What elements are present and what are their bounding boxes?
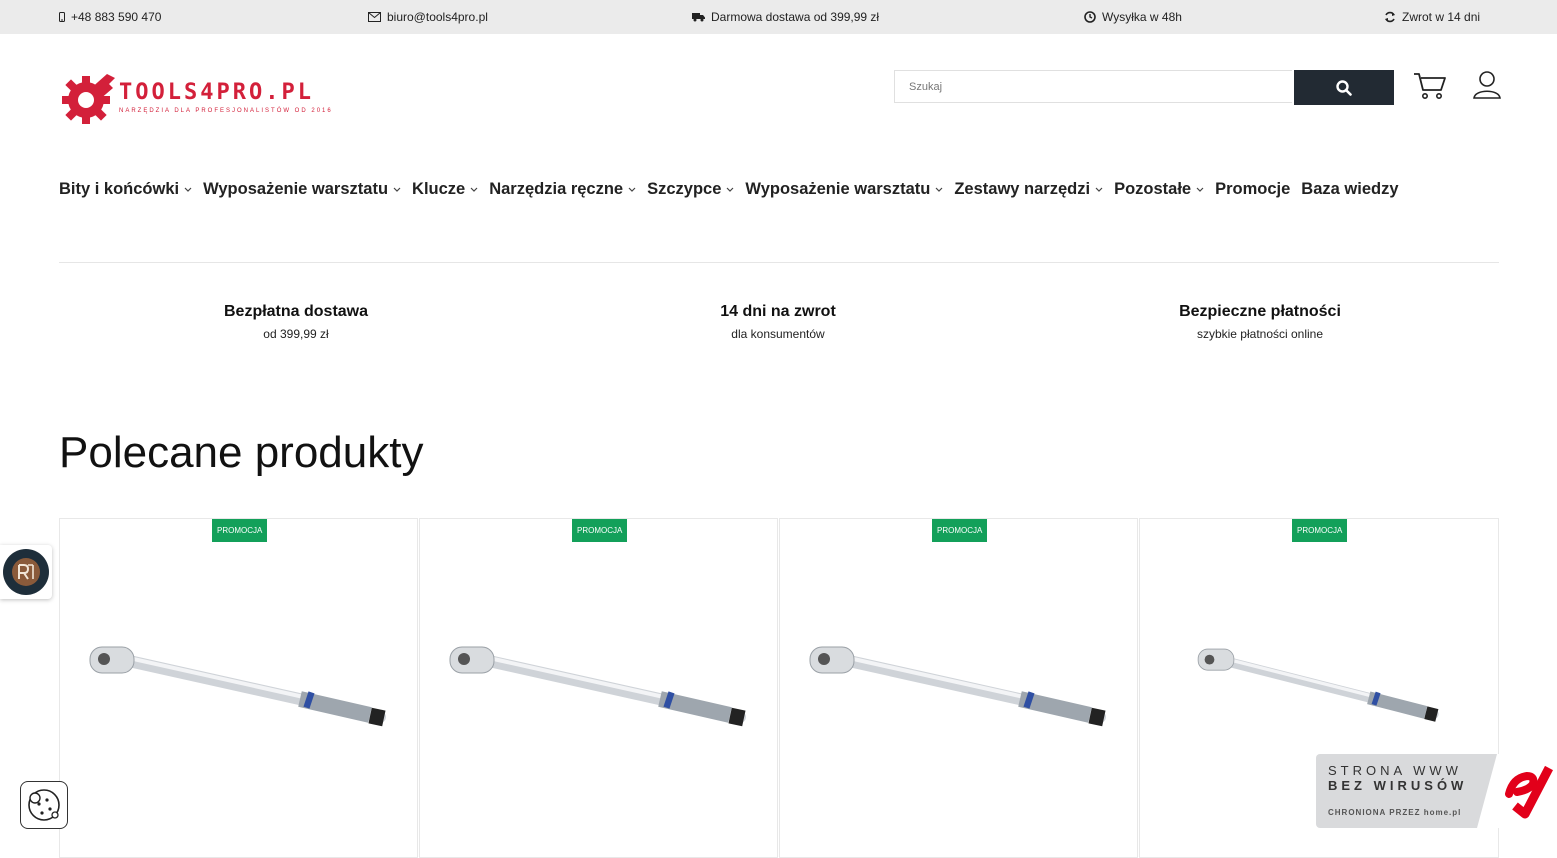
search-icon — [1336, 79, 1352, 96]
user-account-icon[interactable] — [1472, 70, 1502, 100]
nav-item-klucze[interactable]: Klucze — [412, 180, 478, 199]
feature-free-delivery: Bezpłatna dostawa od 399,99 zł — [146, 303, 446, 341]
phone-icon — [59, 12, 65, 22]
refresh-icon — [1385, 11, 1395, 23]
gear-wrench-logo-icon — [62, 74, 115, 124]
virus-free-badge[interactable]: STRONA WWW BEZ WIRUSÓW CHRONIONA PRZEZ h… — [1316, 754, 1557, 828]
returns-info: Zwrot w 14 dni — [1384, 10, 1480, 24]
top-info-bar: +48 883 590 470 biuro@tools4pro.pl Darmo… — [0, 0, 1557, 34]
chevron-down-icon — [726, 187, 734, 192]
shipping-text: Wysyłka w 48h — [1102, 10, 1182, 24]
feature-subtitle: szybkie płatności online — [1196, 327, 1324, 341]
promo-badge: PROMOCJA — [932, 519, 988, 542]
home-pl-shield — [1477, 754, 1557, 828]
nav-item-narzedzia-reczne[interactable]: Narzędzia ręczne — [489, 180, 636, 199]
cookie-settings-button[interactable] — [20, 781, 68, 829]
chevron-down-icon — [1196, 187, 1204, 192]
chevron-down-icon — [393, 187, 401, 192]
nav-item-label: Narzędzia ręczne — [489, 180, 624, 198]
nav-item-label: Klucze — [412, 180, 466, 198]
delivery-info: Darmowa dostawa od 399,99 zł — [692, 10, 879, 24]
nav-item-label: Zestawy narzędzi — [954, 180, 1091, 198]
chevron-down-icon — [470, 187, 478, 192]
envelope-icon — [368, 12, 381, 22]
promo-badge: PROMOCJA — [1292, 519, 1348, 542]
nav-item-label: Szczypce — [647, 180, 722, 198]
logo-text: TOOLS4PRO.PL — [119, 80, 314, 105]
header-divider — [59, 262, 1499, 263]
nav-item-wyposazenie-2[interactable]: Wyposażenie warsztatu — [745, 180, 943, 199]
phone-number: +48 883 590 470 — [71, 10, 162, 24]
nav-item-szczypce[interactable]: Szczypce — [647, 180, 734, 199]
nav-item-label: Wyposażenie warsztatu — [745, 180, 931, 198]
nav-item-label: Bity i końcówki — [59, 180, 180, 198]
clock-icon — [1084, 11, 1096, 23]
nav-item-label: Pozostałe — [1114, 180, 1192, 198]
cart-icon[interactable] — [1413, 70, 1447, 102]
checkmark-shield-icon — [1505, 765, 1553, 819]
rzetelny-regulamin-badge[interactable] — [0, 545, 52, 599]
virus-badge-line3: CHRONIONA PRZEZ home.pl — [1328, 808, 1462, 817]
cookie-icon — [28, 789, 60, 821]
phone-contact[interactable]: +48 883 590 470 — [59, 10, 161, 24]
email-contact[interactable]: biuro@tools4pro.pl — [368, 10, 488, 24]
section-title: Polecane produkty — [59, 428, 424, 477]
nav-item-label: Promocje — [1215, 180, 1291, 198]
feature-secure-payments: Bezpieczne płatności szybkie płatności o… — [1110, 303, 1410, 341]
feature-subtitle: dla konsumentów — [731, 327, 825, 341]
torque-wrench-image — [809, 646, 1106, 727]
nav-item-bity[interactable]: Bity i końcówki — [59, 180, 192, 199]
feature-title: Bezpłatna dostawa — [223, 303, 369, 320]
chevron-down-icon — [1095, 187, 1103, 192]
search-button[interactable] — [1294, 70, 1394, 105]
search-input[interactable]: Szukaj — [894, 70, 1292, 103]
email-address: biuro@tools4pro.pl — [387, 10, 488, 24]
nav-item-label: Wyposażenie warsztatu — [203, 180, 389, 198]
delivery-text: Darmowa dostawa od 399,99 zł — [711, 10, 880, 24]
torque-wrench-image — [1197, 648, 1439, 722]
logo-tagline: NARZĘDZIA DLA PROFESJONALISTÓW OD 2016 — [119, 108, 333, 114]
nav-item-baza-wiedzy[interactable]: Baza wiedzy — [1301, 180, 1398, 199]
product-card[interactable]: PROMOCJA — [419, 518, 778, 858]
promo-badge: PROMOCJA — [212, 519, 268, 542]
product-card[interactable]: PROMOCJA — [59, 518, 418, 858]
torque-wrench-image — [449, 646, 746, 727]
feature-subtitle: od 399,99 zł — [263, 327, 329, 341]
feature-title: Bezpieczne płatności — [1179, 303, 1341, 320]
nav-item-label: Baza wiedzy — [1301, 180, 1399, 198]
shipping-info: Wysyłka w 48h — [1084, 10, 1182, 24]
promo-badge: PROMOCJA — [572, 519, 628, 542]
returns-text: Zwrot w 14 dni — [1402, 10, 1481, 24]
virus-badge-line1: STRONA WWW — [1328, 763, 1462, 778]
product-card[interactable]: PROMOCJA — [779, 518, 1138, 858]
nav-item-wyposazenie[interactable]: Wyposażenie warsztatu — [203, 180, 401, 199]
feature-returns: 14 dni na zwrot dla konsumentów — [628, 303, 928, 341]
site-logo[interactable]: TOOLS4PRO.PL NARZĘDZIA DLA PROFESJONALIS… — [59, 70, 331, 128]
chevron-down-icon — [184, 187, 192, 192]
rzetelny-regulamin-icon — [3, 549, 49, 595]
nav-item-zestawy[interactable]: Zestawy narzędzi — [954, 180, 1103, 199]
virus-badge-line2: BEZ WIRUSÓW — [1328, 778, 1468, 793]
nav-item-promocje[interactable]: Promocje — [1215, 180, 1290, 199]
nav-item-pozostale[interactable]: Pozostałe — [1114, 180, 1204, 199]
chevron-down-icon — [628, 187, 636, 192]
main-navigation: Bity i końcówki Wyposażenie warsztatu Kl… — [59, 180, 1399, 199]
torque-wrench-image — [89, 646, 386, 727]
feature-title: 14 dni na zwrot — [720, 303, 836, 320]
truck-icon — [692, 13, 705, 22]
chevron-down-icon — [935, 187, 943, 192]
